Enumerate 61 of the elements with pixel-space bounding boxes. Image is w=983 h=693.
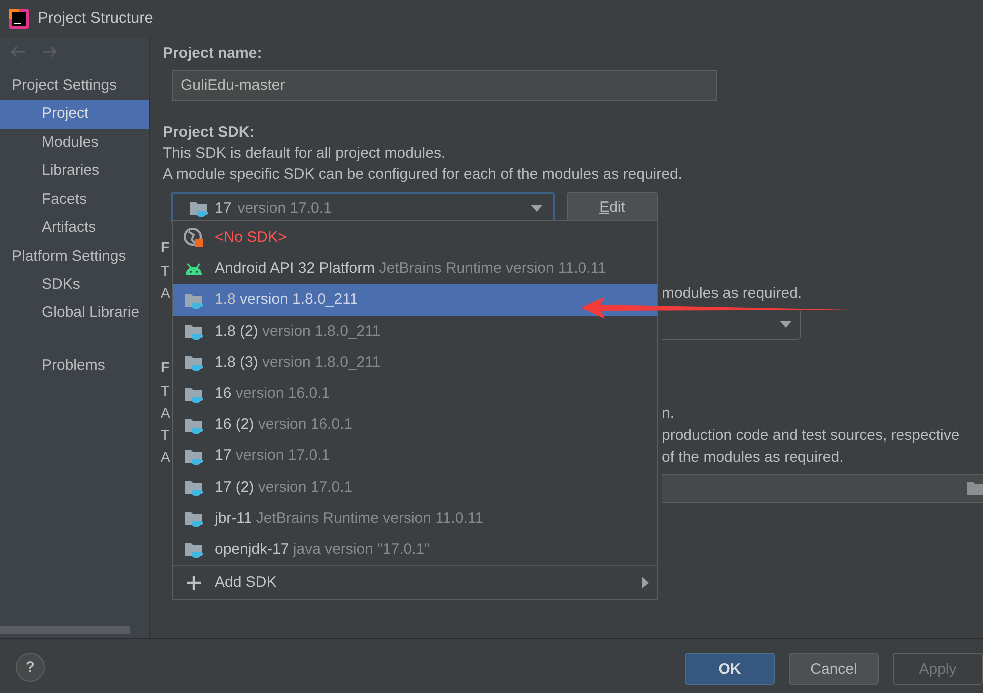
output-path-field[interactable] bbox=[662, 474, 983, 502]
menu-item[interactable]: 17 (2) version 17.0.1 bbox=[173, 472, 657, 503]
plus-icon bbox=[187, 576, 201, 590]
sidebar-item[interactable]: Problems bbox=[0, 352, 149, 380]
sidebar-item[interactable]: Facets bbox=[0, 186, 149, 214]
dropdown-caret-icon bbox=[531, 204, 543, 212]
android-icon bbox=[184, 262, 204, 276]
sidebar-item[interactable]: Global Librarie bbox=[0, 299, 149, 328]
sidebar-item[interactable]: Artifacts bbox=[0, 214, 149, 242]
jdk-folder-icon bbox=[189, 199, 209, 217]
folder-icon bbox=[967, 481, 983, 495]
globe-icon bbox=[184, 228, 204, 248]
jdk-folder-icon bbox=[184, 509, 204, 528]
menu-item[interactable]: Android API 32 Platform JetBrains Runtime version 11.0.11 bbox=[173, 253, 657, 284]
back-arrow-icon bbox=[10, 46, 26, 58]
jdk-folder-icon bbox=[184, 540, 204, 558]
menu-item[interactable]: jbr-11 JetBrains Runtime version 11.0.11 bbox=[173, 502, 657, 534]
menu-item[interactable]: 17 version 17.0.1 bbox=[173, 440, 657, 472]
sidebar-item[interactable]: Project bbox=[0, 100, 149, 128]
forward-arrow-icon bbox=[42, 46, 58, 58]
description-text: A bbox=[161, 449, 170, 465]
description-text: T bbox=[161, 263, 170, 279]
section-heading: F bbox=[161, 239, 170, 255]
submenu-arrow-icon bbox=[642, 576, 649, 589]
dialog-button[interactable]: Cancel bbox=[789, 653, 879, 685]
window-title: Project Structure bbox=[38, 10, 154, 28]
description-text: T bbox=[161, 383, 170, 399]
scrollbar-thumb[interactable] bbox=[0, 626, 130, 634]
description-text: A bbox=[161, 405, 170, 421]
sidebar-item[interactable]: Libraries bbox=[0, 157, 149, 186]
description-text: This SDK is default for all project modules. bbox=[163, 144, 447, 164]
section-heading: F bbox=[161, 359, 170, 375]
menu-item[interactable]: <No SDK> bbox=[173, 222, 657, 254]
menu-item[interactable]: 16 version 16.0.1 bbox=[173, 378, 657, 410]
description-text: A module specific SDK can be configured for each of the modules as required. bbox=[163, 165, 684, 185]
sidebar-heading: Project Settings bbox=[11, 76, 118, 96]
menu-item[interactable]: 1.8 version 1.8.0_211 bbox=[173, 284, 657, 316]
field-label: Project name: bbox=[163, 44, 264, 64]
menu-item[interactable]: 1.8 (3) version 1.8.0_211 bbox=[173, 346, 657, 378]
app-logo-icon bbox=[9, 9, 29, 29]
jdk-folder-icon bbox=[184, 322, 204, 340]
sidebar-heading: Platform Settings bbox=[11, 246, 128, 266]
menu-item[interactable]: 1.8 (2) version 1.8.0_211 bbox=[173, 316, 657, 347]
edit-button[interactable]: Edit bbox=[567, 192, 658, 223]
menu-item[interactable]: openjdk-17 java version "17.0.1" bbox=[173, 534, 657, 566]
menu-item[interactable]: Add SDK bbox=[173, 565, 657, 600]
dialog-button[interactable]: OK bbox=[685, 653, 775, 685]
jdk-folder-icon bbox=[184, 353, 204, 372]
jdk-folder-icon bbox=[184, 478, 204, 496]
sidebar-item[interactable]: Modules bbox=[0, 128, 149, 157]
description-text: modules as required. bbox=[662, 284, 802, 302]
help-button[interactable]: ? bbox=[16, 653, 45, 682]
field-label: Project SDK: bbox=[163, 123, 256, 143]
description-text: A bbox=[161, 285, 170, 301]
description-text: T bbox=[161, 427, 170, 443]
description-text: of the modules as required. bbox=[662, 448, 844, 466]
sidebar-item[interactable]: SDKs bbox=[0, 270, 149, 299]
description-text: n. bbox=[662, 404, 675, 422]
menu-item[interactable]: 16 (2) version 16.0.1 bbox=[173, 409, 657, 440]
project-name-field[interactable]: GuliEdu-master bbox=[172, 70, 717, 101]
description-text: production code and test sources, respective bbox=[662, 426, 960, 444]
